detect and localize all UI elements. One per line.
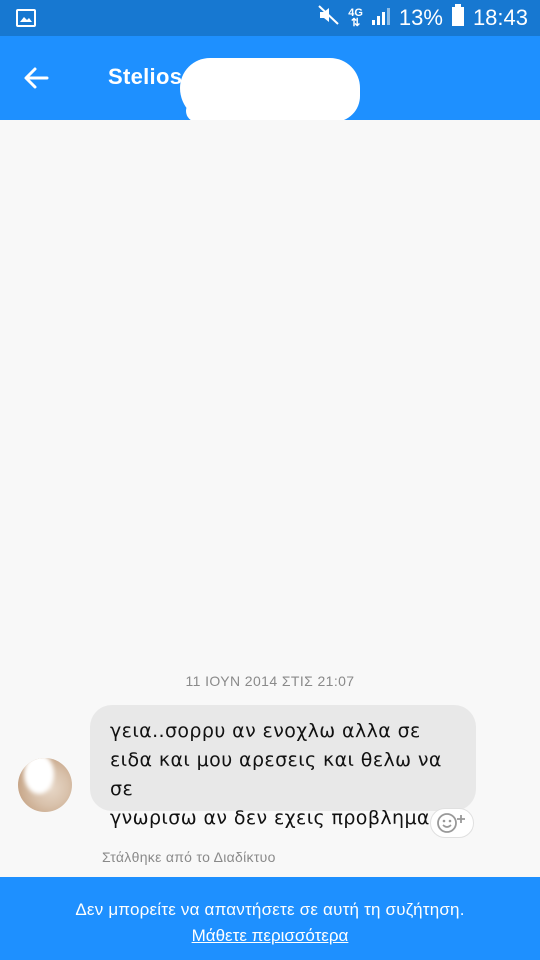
add-emoji-icon	[437, 813, 465, 833]
add-reaction-button[interactable]	[430, 808, 474, 838]
message-timestamp: 11 ΙΟΥΝ 2014 ΣΤΙΣ 21:07	[185, 673, 355, 689]
back-button[interactable]	[18, 60, 54, 96]
reply-disabled-notice: Δεν μπορείτε να απαντήσετε σε αυτή τη συ…	[75, 900, 465, 919]
battery-icon	[451, 4, 465, 32]
redaction-mark	[186, 100, 336, 122]
battery-percent: 13%	[398, 5, 443, 30]
arrow-left-icon	[24, 67, 49, 89]
status-bar: 4G ⇅ 13% 18:43	[0, 0, 540, 36]
clock: 18:43	[472, 5, 528, 30]
network-4g-icon: 4G ⇅	[348, 7, 363, 29]
signal-icon	[371, 5, 391, 31]
message-line: ειδα και μου αρεσεις και θελω να σε	[110, 749, 442, 800]
learn-more-link[interactable]: Μάθετε περισσότερα	[192, 926, 349, 946]
reply-disabled-banner: Δεν μπορείτε να απαντήσετε σε αυτή τη συ…	[0, 877, 540, 960]
gallery-icon	[16, 9, 36, 27]
message-line: γνωρισω αν δεν εχεις προβλημα..	[110, 807, 443, 829]
avatar[interactable]	[18, 758, 72, 812]
message-line: γεια..σορρυ αν ενοχλω αλλα σε	[110, 720, 421, 742]
message-bubble[interactable]: γεια..σορρυ αν ενοχλω αλλα σε ειδα και μ…	[90, 705, 476, 829]
conversation-area[interactable]: 11 ΙΟΥΝ 2014 ΣΤΙΣ 21:07 γεια..σορρυ αν ε…	[0, 120, 540, 877]
contact-name: Stelios	[108, 64, 183, 89]
sent-via-label: Στάλθηκε από το Διαδίκτυο	[102, 849, 276, 865]
mute-icon	[318, 5, 340, 31]
